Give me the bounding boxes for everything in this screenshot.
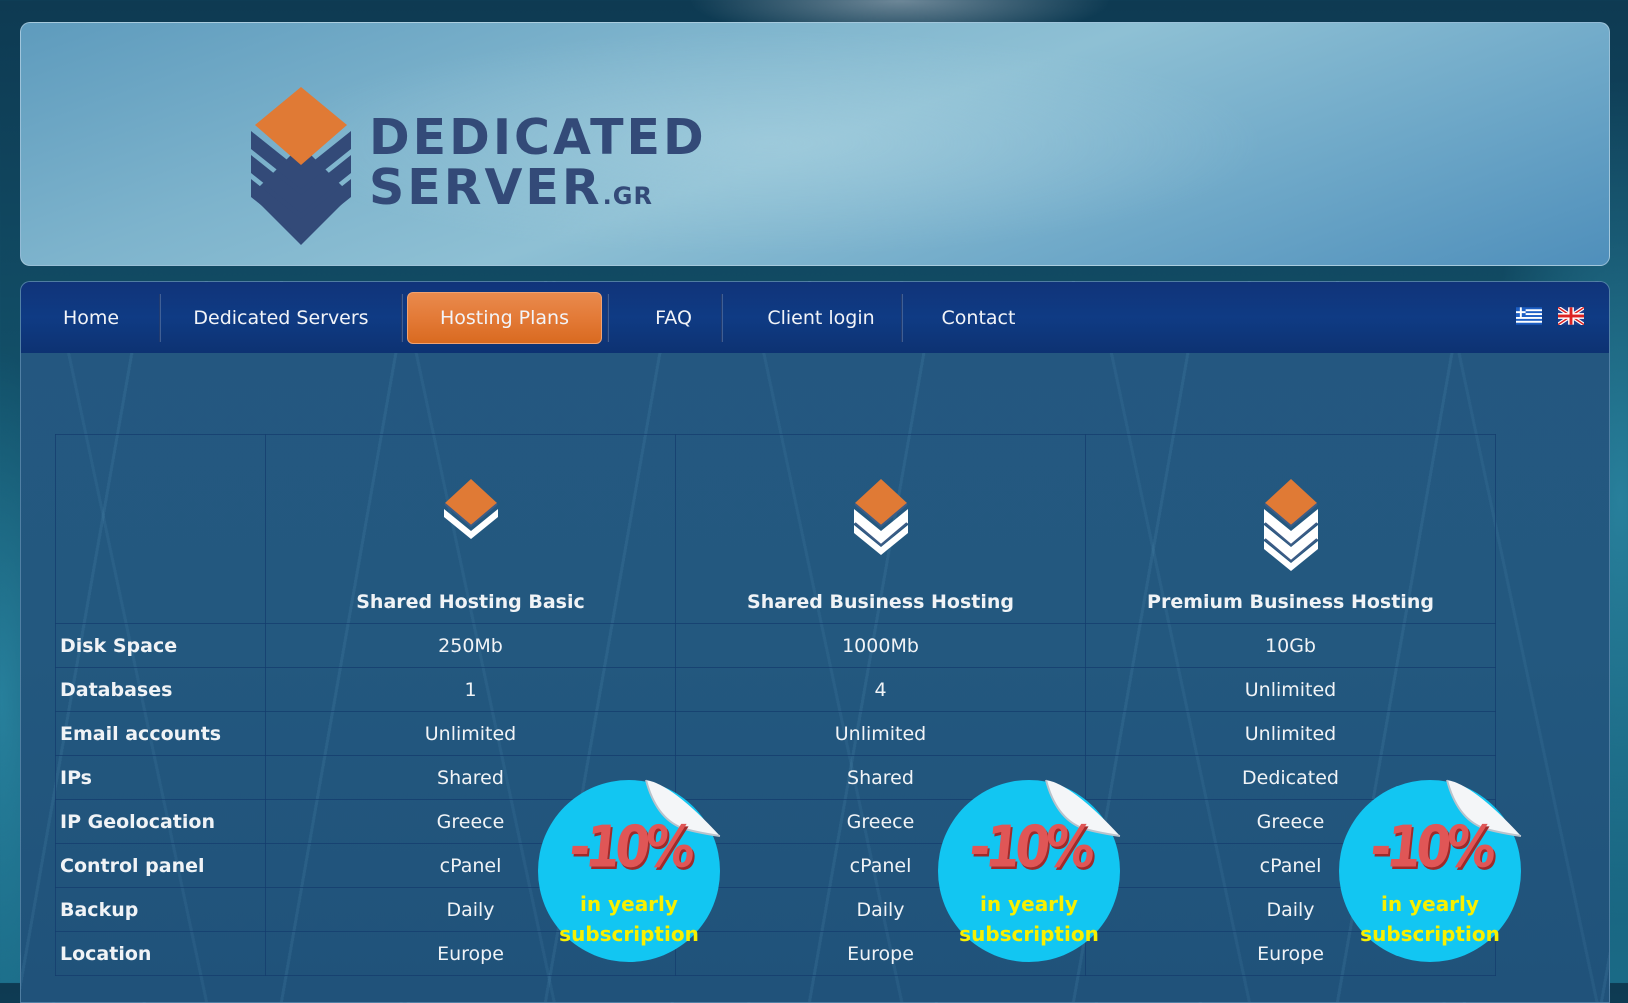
logo-gr-suffix: .GR: [602, 182, 653, 210]
row-label: Location: [55, 931, 266, 976]
sticker-line1: in yearly: [580, 892, 678, 916]
nav-faq[interactable]: FAQ: [621, 293, 726, 343]
plan-header-premium: Premium Business Hosting: [1085, 434, 1496, 624]
table-row-databases: Databases 1 4 Unlimited: [55, 667, 1496, 712]
sticker-line1: in yearly: [980, 892, 1078, 916]
sticker-discount: -10%: [966, 813, 1094, 881]
sticker-line2: subscription: [959, 922, 1099, 946]
cell-value: Unlimited: [675, 711, 1086, 756]
plans-table: Shared Hosting Basic Shared Business Hos…: [55, 434, 1496, 976]
logo-text-dedicated: DEDICATED: [369, 109, 707, 166]
sticker-discount: -10%: [566, 813, 694, 881]
row-label: IPs: [55, 755, 266, 800]
cell-value: 250Mb: [265, 623, 676, 668]
plan-header-basic: Shared Hosting Basic: [265, 434, 676, 624]
plan-title: Shared Hosting Basic: [356, 591, 585, 613]
cell-value: 4: [675, 667, 1086, 712]
nav-divider: [159, 294, 161, 342]
main-panel: Home Dedicated Servers Hosting Plans FAQ…: [20, 281, 1610, 1003]
plan-title: Premium Business Hosting: [1147, 591, 1434, 613]
table-row-backup: Backup Daily Daily Daily: [55, 887, 1496, 932]
greek-flag-icon[interactable]: [1516, 307, 1542, 325]
cell-value: 1: [265, 667, 676, 712]
header-empty-cell: [55, 434, 266, 624]
table-row-ips: IPs Shared Shared Dedicated: [55, 755, 1496, 800]
server-tier-2-icon: [853, 479, 908, 555]
site-logo[interactable]: DEDICATED SERVER.GR: [239, 63, 759, 253]
nav-client-login[interactable]: Client login: [741, 293, 901, 343]
nav-divider: [401, 294, 403, 342]
nav-hosting-plans[interactable]: Hosting Plans: [407, 292, 602, 344]
row-label: Disk Space: [55, 623, 266, 668]
table-row-email-accounts: Email accounts Unlimited Unlimited Unlim…: [55, 711, 1496, 756]
nav-divider: [607, 294, 609, 342]
table-row-location: Location Europe Europe Europe: [55, 931, 1496, 976]
plan-header-business: Shared Business Hosting: [675, 434, 1086, 624]
server-tier-3-icon: [1263, 479, 1318, 571]
server-tier-1-icon: [443, 479, 498, 539]
sticker-line1: in yearly: [1381, 892, 1479, 916]
row-label: Databases: [55, 667, 266, 712]
cell-value: Unlimited: [1085, 711, 1496, 756]
discount-sticker-business[interactable]: -10% in yearly subscription: [938, 779, 1121, 962]
table-row-ip-geolocation: IP Geolocation Greece Greece Greece: [55, 799, 1496, 844]
nav-divider: [901, 294, 903, 342]
main-nav: Home Dedicated Servers Hosting Plans FAQ…: [21, 282, 1609, 353]
sticker-discount: -10%: [1367, 813, 1495, 881]
cell-value: Unlimited: [265, 711, 676, 756]
nav-home[interactable]: Home: [41, 293, 141, 343]
uk-flag-icon[interactable]: [1558, 307, 1584, 325]
logo-server-word: SERVER: [369, 159, 603, 216]
discount-sticker-premium[interactable]: -10% in yearly subscription: [1339, 779, 1522, 962]
table-row-control-panel: Control panel cPanel cPanel cPanel: [55, 843, 1496, 888]
logo-text-server: SERVER.GR: [369, 163, 653, 212]
row-label: IP Geolocation: [55, 799, 266, 844]
row-label: Backup: [55, 887, 266, 932]
cell-value: 1000Mb: [675, 623, 1086, 668]
row-label: Control panel: [55, 843, 266, 888]
plan-title: Shared Business Hosting: [747, 591, 1014, 613]
logo-server-icon: [251, 87, 351, 245]
nav-divider: [721, 294, 723, 342]
site-header: DEDICATED SERVER.GR: [20, 22, 1610, 266]
sticker-line2: subscription: [1360, 922, 1500, 946]
discount-sticker-basic[interactable]: -10% in yearly subscription: [538, 779, 721, 962]
nav-dedicated-servers[interactable]: Dedicated Servers: [176, 293, 386, 343]
cell-value: Unlimited: [1085, 667, 1496, 712]
plans-header-row: Shared Hosting Basic Shared Business Hos…: [55, 434, 1496, 624]
cell-value: 10Gb: [1085, 623, 1496, 668]
sticker-line2: subscription: [559, 922, 699, 946]
row-label: Email accounts: [55, 711, 266, 756]
table-row-disk-space: Disk Space 250Mb 1000Mb 10Gb: [55, 623, 1496, 668]
nav-contact[interactable]: Contact: [921, 293, 1036, 343]
